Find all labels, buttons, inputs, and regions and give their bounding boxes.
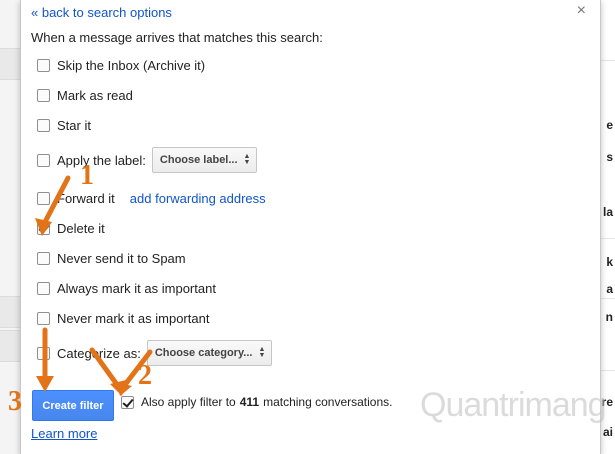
choose-category-select[interactable]: Choose category... ▲ ▼ <box>146 340 273 366</box>
option-star-it[interactable]: Star it <box>37 115 91 135</box>
background-row <box>0 330 20 362</box>
filter-intro-text: When a message arrives that matches this… <box>31 30 323 45</box>
option-label: Forward it <box>57 190 115 206</box>
learn-more-link[interactable]: Learn more <box>31 426 97 441</box>
annotation-number: 1 <box>80 160 94 191</box>
close-icon[interactable]: × <box>577 2 586 20</box>
apply-prefix-text: Also apply filter to <box>141 395 236 409</box>
delete-it-checkbox[interactable] <box>37 221 50 235</box>
background-text: e <box>606 118 613 132</box>
select-arrows-icon: ▲ ▼ <box>258 346 266 359</box>
option-label: Mark as read <box>57 87 133 103</box>
option-never-important[interactable]: Never mark it as important <box>37 308 209 328</box>
option-label: Apply the label: <box>57 152 146 168</box>
option-never-spam[interactable]: Never send it to Spam <box>37 248 186 268</box>
never-spam-checkbox[interactable] <box>37 251 50 265</box>
background-text: s <box>606 150 613 164</box>
select-value: Choose category... <box>154 347 253 359</box>
background-text: k <box>606 255 613 269</box>
apply-label-checkbox[interactable] <box>37 153 50 167</box>
option-delete-it[interactable]: Delete it <box>37 218 105 238</box>
option-label: Delete it <box>57 220 105 236</box>
background-row <box>0 48 20 80</box>
select-value: Choose label... <box>159 154 238 166</box>
option-apply-label[interactable]: Apply the label: Choose label... ▲ ▼ <box>37 147 258 173</box>
apply-suffix-text: matching conversations. <box>263 395 393 409</box>
option-label: Never mark it as important <box>57 310 210 326</box>
option-forward-it[interactable]: Forward it add forwarding address <box>37 188 266 208</box>
annotation-number: 3 <box>8 386 22 417</box>
mark-as-read-checkbox[interactable] <box>37 88 50 102</box>
apply-to-existing-checkbox[interactable] <box>121 395 134 409</box>
option-label: Star it <box>57 117 91 133</box>
background-text: ai <box>602 425 613 439</box>
option-label: Skip the Inbox (Archive it) <box>57 57 206 73</box>
background-row <box>0 296 20 328</box>
option-label: Never send it to Spam <box>57 250 186 266</box>
categorize-checkbox[interactable] <box>37 346 50 360</box>
watermark-logo: Quantrimang <box>420 386 607 424</box>
star-it-checkbox[interactable] <box>37 118 50 132</box>
select-arrows-icon: ▲ ▼ <box>243 153 251 166</box>
option-label: Always mark it as important <box>57 280 216 296</box>
never-important-checkbox[interactable] <box>37 311 50 325</box>
matching-count: 411 <box>239 395 260 409</box>
background-text: n <box>605 310 613 324</box>
option-skip-inbox[interactable]: Skip the Inbox (Archive it) <box>37 55 205 75</box>
back-to-search-options-link[interactable]: « back to search options <box>31 5 172 20</box>
create-filter-button[interactable]: Create filter <box>32 390 114 421</box>
background-text: la <box>602 205 613 219</box>
option-label: Categorize as: <box>57 345 141 361</box>
add-forwarding-address-link[interactable]: add forwarding address <box>130 191 266 206</box>
option-always-important[interactable]: Always mark it as important <box>37 278 216 298</box>
option-mark-as-read[interactable]: Mark as read <box>37 85 133 105</box>
option-categorize[interactable]: Categorize as: Choose category... ▲ ▼ <box>37 340 273 366</box>
skip-inbox-checkbox[interactable] <box>37 58 50 72</box>
annotation-number: 2 <box>138 360 152 391</box>
apply-to-existing-option[interactable]: Also apply filter to 411 matching conver… <box>121 392 392 412</box>
background-text: a <box>606 282 613 296</box>
always-important-checkbox[interactable] <box>37 281 50 295</box>
forward-it-checkbox[interactable] <box>37 191 50 205</box>
choose-label-select[interactable]: Choose label... ▲ ▼ <box>151 147 258 173</box>
